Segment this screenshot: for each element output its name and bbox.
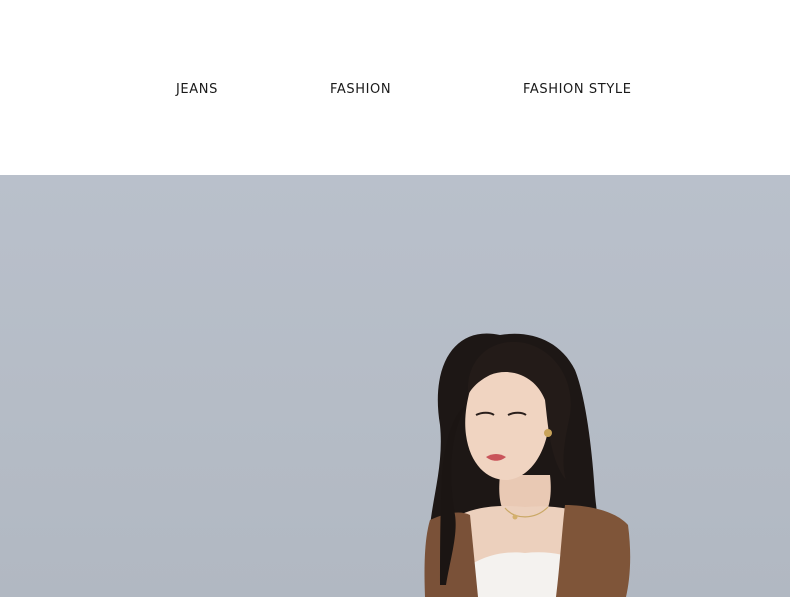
- header-strip: JEANS FASHION FASHION STYLE: [0, 0, 790, 175]
- label-jeans: JEANS: [176, 82, 218, 97]
- earring: [544, 429, 552, 437]
- hero-photo: [0, 175, 790, 597]
- vest-right: [556, 505, 631, 597]
- model-illustration: [424, 333, 631, 597]
- label-fashion-style: FASHION STYLE: [523, 82, 632, 97]
- label-fashion: FASHION: [330, 82, 392, 97]
- necklace-pendant: [512, 514, 518, 520]
